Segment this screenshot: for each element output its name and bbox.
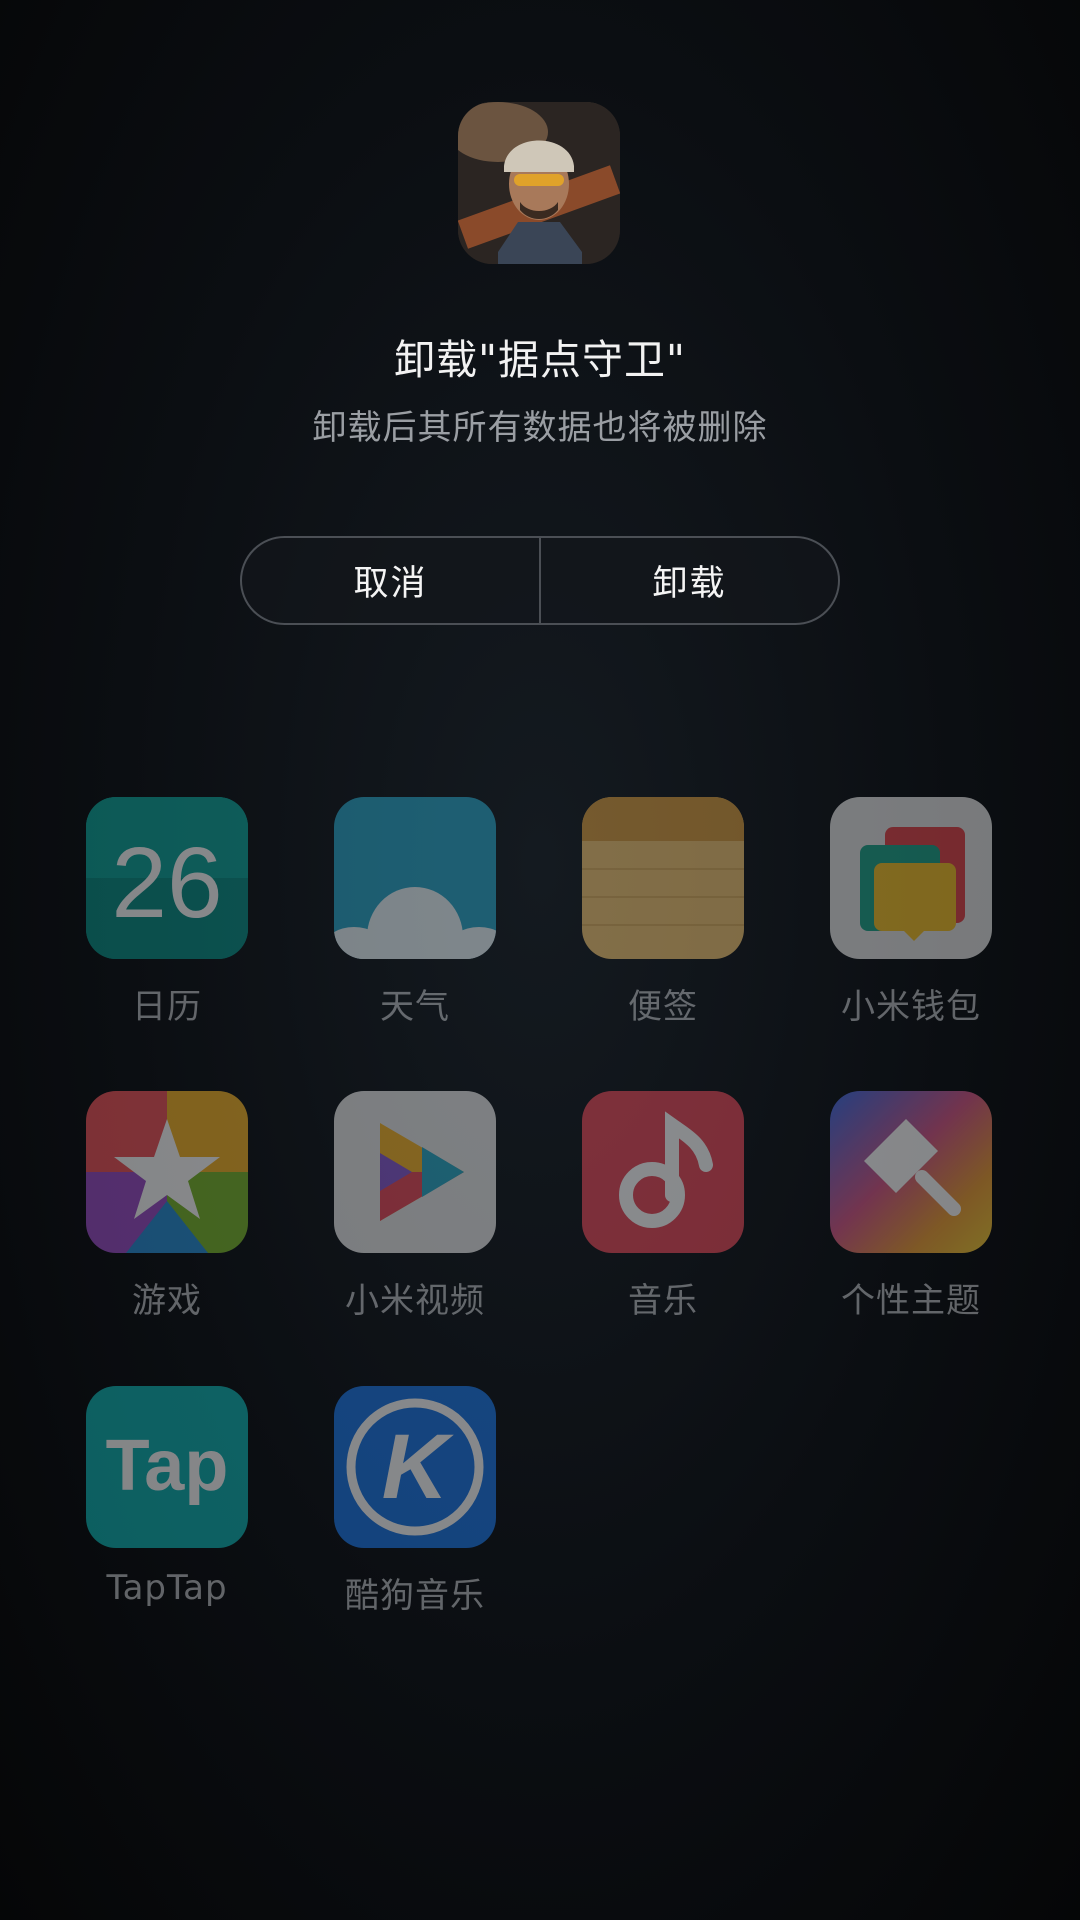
calendar-icon: 26	[86, 797, 248, 959]
notes-icon	[582, 797, 744, 959]
kugou-logo-text: K	[382, 1416, 455, 1518]
uninstall-button[interactable]: 卸载	[541, 538, 838, 623]
app-taptap[interactable]: Tap TapTap	[43, 1386, 291, 1608]
home-app-grid: 26 日历 天气 便签 小米钱包 游戏 小米视频 音乐 个性主题 Tap Tap…	[0, 0, 1080, 1920]
app-label: 小米钱包	[841, 987, 981, 1027]
app-wallet[interactable]: 小米钱包	[787, 797, 1035, 1028]
taptap-logo-text: Tap	[106, 1426, 229, 1506]
app-themes[interactable]: 个性主题	[787, 1091, 1035, 1322]
app-label: 小米视频	[345, 1281, 485, 1321]
dialog-subtitle: 卸载后其所有数据也将被删除	[312, 408, 768, 448]
wallet-icon	[830, 797, 992, 959]
music-note-icon	[582, 1091, 744, 1253]
app-music[interactable]: 音乐	[539, 1091, 787, 1322]
weather-icon	[334, 797, 496, 959]
app-notes[interactable]: 便签	[539, 797, 787, 1028]
app-label: 日历	[132, 987, 202, 1027]
calendar-day-text: 26	[111, 827, 222, 939]
app-games[interactable]: 游戏	[43, 1091, 291, 1322]
app-label: 天气	[380, 987, 450, 1027]
uninstall-screen: 26 日历 天气 便签 小米钱包 游戏 小米视频 音乐 个性主题 Tap Tap…	[0, 0, 1080, 1920]
video-play-icon	[334, 1091, 496, 1253]
app-label: 个性主题	[841, 1281, 981, 1321]
dialog-title: 卸载"据点守卫"	[394, 336, 686, 384]
theme-brush-icon	[830, 1091, 992, 1253]
app-label: 游戏	[132, 1281, 202, 1321]
app-video[interactable]: 小米视频	[291, 1091, 539, 1322]
soldier-avatar-icon	[458, 102, 620, 264]
app-label: TapTap	[106, 1568, 228, 1608]
app-label: 音乐	[628, 1281, 698, 1321]
cancel-button[interactable]: 取消	[242, 538, 539, 623]
dialog-button-group: 取消 卸载	[240, 536, 840, 625]
app-calendar[interactable]: 26 日历	[43, 797, 291, 1028]
games-star-icon	[86, 1091, 248, 1253]
taptap-icon: Tap	[86, 1386, 248, 1548]
app-weather[interactable]: 天气	[291, 797, 539, 1028]
app-kugou[interactable]: K 酷狗音乐	[291, 1386, 539, 1617]
kugou-icon: K	[334, 1386, 496, 1548]
app-label: 便签	[628, 987, 698, 1027]
app-label: 酷狗音乐	[345, 1576, 485, 1616]
